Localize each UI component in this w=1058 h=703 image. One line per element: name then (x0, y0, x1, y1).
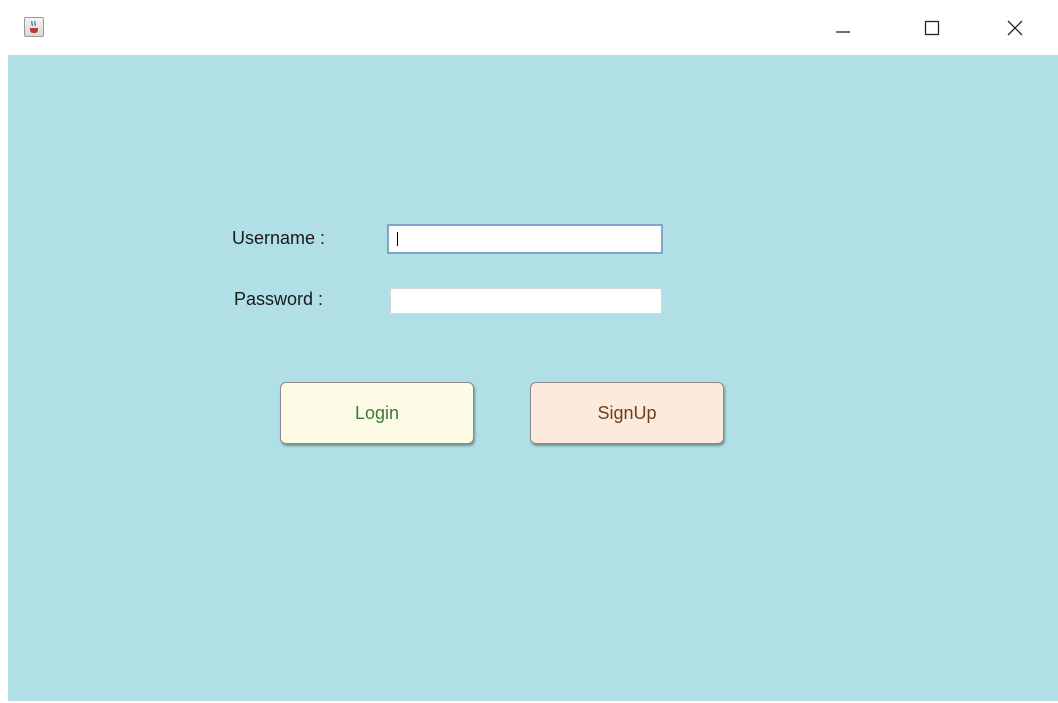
minimize-button[interactable] (820, 8, 866, 48)
java-cup-icon[interactable] (24, 17, 44, 37)
close-button[interactable] (992, 8, 1038, 48)
text-caret (397, 232, 398, 246)
maximize-icon (924, 20, 940, 36)
username-input[interactable] (387, 224, 663, 254)
minimize-icon (836, 31, 850, 33)
username-label: Username : (232, 228, 326, 248)
close-icon (1007, 20, 1023, 36)
title-bar[interactable] (8, 0, 1058, 55)
password-label: Password : (234, 289, 324, 309)
password-input[interactable] (390, 288, 662, 314)
maximize-button[interactable] (909, 8, 955, 48)
login-panel: Username : Password : Login SignUp (8, 55, 1058, 701)
signup-button[interactable]: SignUp (530, 382, 724, 444)
login-button[interactable]: Login (280, 382, 474, 444)
app-window: Username : Password : Login SignUp (8, 0, 1058, 703)
